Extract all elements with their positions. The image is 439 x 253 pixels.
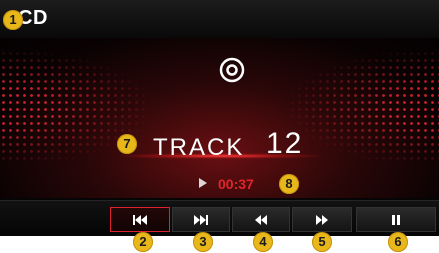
next-track-button[interactable]: [172, 207, 230, 232]
callout-badge-4: 4: [253, 232, 273, 252]
callout-badge-8: 8: [279, 174, 299, 194]
callout-badge-3: 3: [193, 232, 213, 252]
cd-player-screen: CD TRACK 12 00:37: [0, 0, 439, 236]
elapsed-time: 00:37: [218, 176, 254, 192]
rewind-icon: [255, 214, 267, 225]
rewind-button[interactable]: [232, 207, 290, 232]
fast-forward-icon: [316, 214, 328, 225]
callout-badge-6: 6: [388, 232, 408, 252]
callout-badge-2: 2: [133, 232, 153, 252]
skip-next-icon: [194, 214, 208, 225]
title-bar: CD: [0, 0, 439, 38]
playback-controls: [0, 200, 439, 236]
play-status-icon: [199, 178, 207, 188]
skip-previous-icon: [133, 214, 147, 225]
track-number: 12: [266, 127, 304, 160]
callout-badge-1: 1: [3, 10, 23, 30]
disc-icon: [219, 57, 245, 83]
fast-forward-button[interactable]: [292, 207, 352, 232]
previous-track-button[interactable]: [110, 207, 170, 232]
callout-badge-5: 5: [312, 232, 332, 252]
callout-badge-7: 7: [117, 134, 137, 154]
pause-button[interactable]: [356, 207, 436, 232]
pause-icon: [392, 214, 400, 225]
right-visualizer: [289, 50, 439, 165]
track-label: TRACK: [153, 134, 245, 161]
